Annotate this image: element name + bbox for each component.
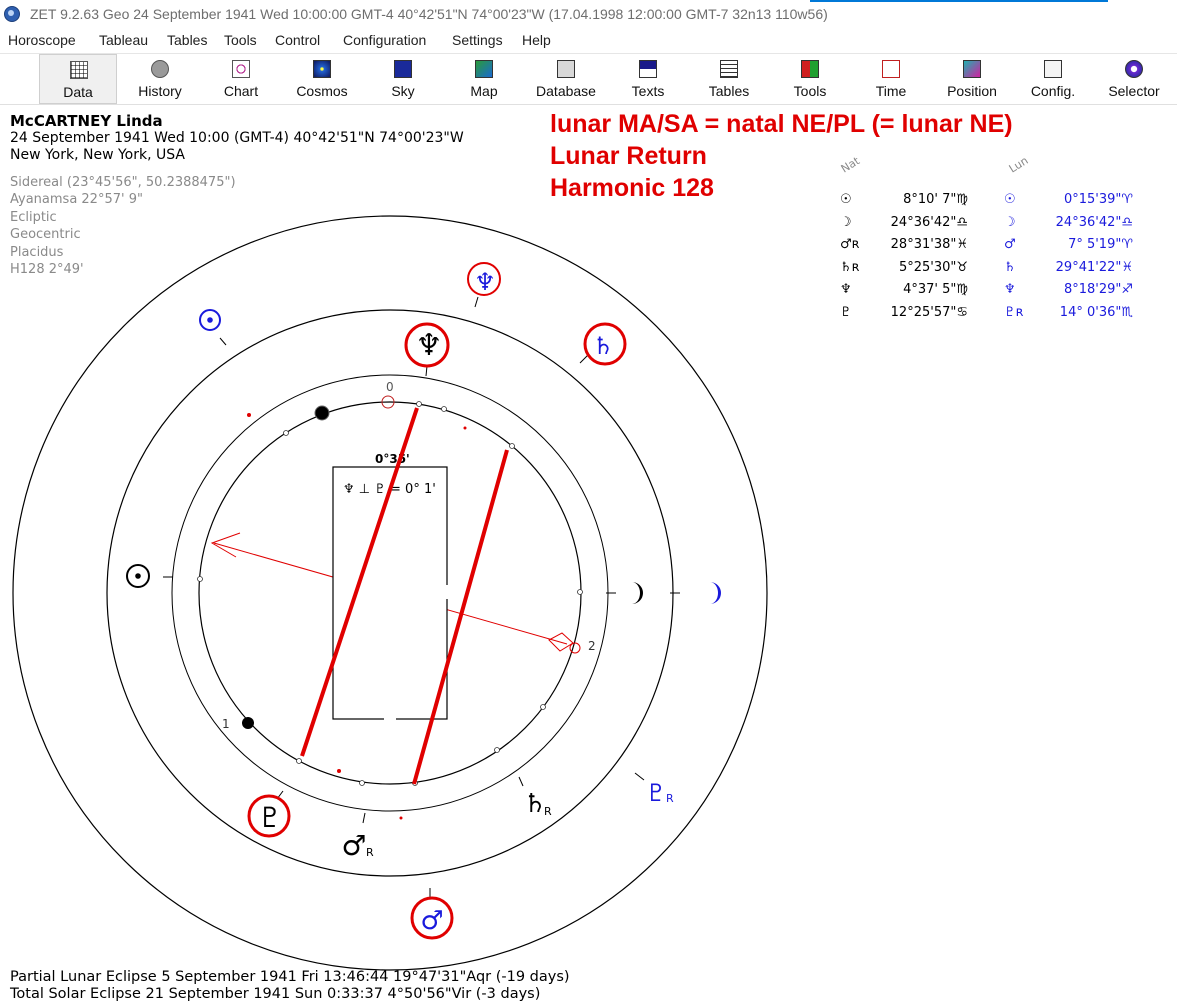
svg-text:R: R: [544, 805, 552, 818]
lun-value-mars: 7° 5'19"♈: [1068, 237, 1133, 252]
lun-value-neptune: 8°18'29"♐: [1064, 282, 1133, 297]
svg-text:♂: ♂: [341, 829, 366, 862]
lunar-pluto-retro-icon: ♇ R: [645, 779, 674, 807]
cusp-label-2: 2: [588, 639, 596, 653]
lunar-moon-icon: [710, 582, 721, 604]
lun-value-saturn: 29°41'22"♓: [1056, 260, 1133, 275]
lunar-saturn-icon: ♄: [583, 322, 627, 366]
natal-sun-icon: [126, 564, 150, 588]
cusp-label-1: 1: [222, 717, 230, 731]
lun-glyph-pluto: ♇ʀ: [1004, 305, 1024, 320]
box-gap: [384, 714, 396, 722]
nat-glyph-mars: ♂ʀ: [840, 237, 860, 252]
natal-pluto-icon: ♇: [247, 794, 291, 838]
nat-value-saturn: 5°25'30"♉: [899, 260, 968, 275]
nat-header: Nat: [839, 154, 863, 176]
nat-glyph-saturn: ♄ʀ: [840, 260, 860, 275]
natal-moon-icon: [632, 582, 643, 604]
svg-text:♇: ♇: [257, 801, 282, 834]
solar-eclipse-line: Total Solar Eclipse 21 September 1941 Su…: [10, 986, 541, 1002]
nat-glyph-sun: ☉: [840, 192, 852, 207]
arrow-head: [210, 532, 241, 558]
nat-glyph-pluto: ♇: [840, 305, 852, 320]
svg-text:♇: ♇: [645, 779, 667, 807]
lun-glyph-sun: ☉: [1004, 192, 1016, 207]
natal-saturn-retro-icon: ♄ R: [523, 789, 552, 819]
lun-value-pluto: 14° 0'36"♏: [1060, 305, 1133, 320]
box-gap-right: [442, 585, 450, 599]
svg-text:♄: ♄: [592, 332, 614, 360]
lunar-neptune-icon: ♆: [467, 262, 501, 296]
lunar-eclipse-line: Partial Lunar Eclipse 5 September 1941 F…: [10, 969, 570, 985]
lun-glyph-moon: ☽: [1004, 215, 1016, 230]
positions-table: Nat Lun ☉ 8°10' 7"♍ ☉ 0°15'39"♈ ☽ 24°36'…: [839, 154, 1134, 320]
eclipse-info: Partial Lunar Eclipse 5 September 1941 F…: [10, 969, 570, 1003]
box-top-label: 0°35': [375, 452, 410, 466]
lun-value-sun: 0°15'39"♈: [1064, 192, 1133, 207]
mc-label: 0: [386, 380, 394, 394]
asc-point: [242, 717, 254, 729]
svg-text:R: R: [666, 792, 674, 805]
natal-neptune-icon: ♆: [404, 322, 450, 368]
chart-canvas: 1 2 0 0°35' ♆ ⊥ ♇ = 0° 1' ♆ ♇ ♄ R ♂ R ♆ …: [12, 154, 1134, 971]
lun-header: Lun: [1007, 154, 1031, 176]
lun-glyph-mars: ♂: [1004, 237, 1016, 252]
nat-value-mars: 28°31'38"♓: [891, 237, 968, 252]
nat-value-pluto: 12°25'57"♋: [891, 305, 968, 320]
nat-glyph-moon: ☽: [840, 215, 852, 230]
midpoint-box: [332, 466, 448, 720]
arrow-end-circle: [569, 642, 581, 654]
lun-glyph-neptune: ♆: [1004, 282, 1016, 297]
nat-value-moon: 24°36'42"♎: [891, 215, 968, 230]
nat-glyph-neptune: ♆: [840, 282, 852, 297]
lunar-sun-icon: [199, 309, 221, 331]
svg-text:R: R: [366, 846, 374, 859]
svg-text:♆: ♆: [416, 328, 443, 363]
natal-mars-retro-icon: ♂ R: [341, 829, 374, 862]
nat-value-sun: 8°10' 7"♍: [903, 192, 968, 207]
svg-text:♂: ♂: [420, 906, 443, 936]
moon-node-point: [314, 405, 330, 421]
lun-value-moon: 24°36'42"♎: [1056, 215, 1133, 230]
lunar-mars-icon: ♂: [410, 896, 454, 940]
lun-glyph-saturn: ♄: [1004, 260, 1016, 275]
nat-value-neptune: 4°37' 5"♍: [903, 282, 968, 297]
